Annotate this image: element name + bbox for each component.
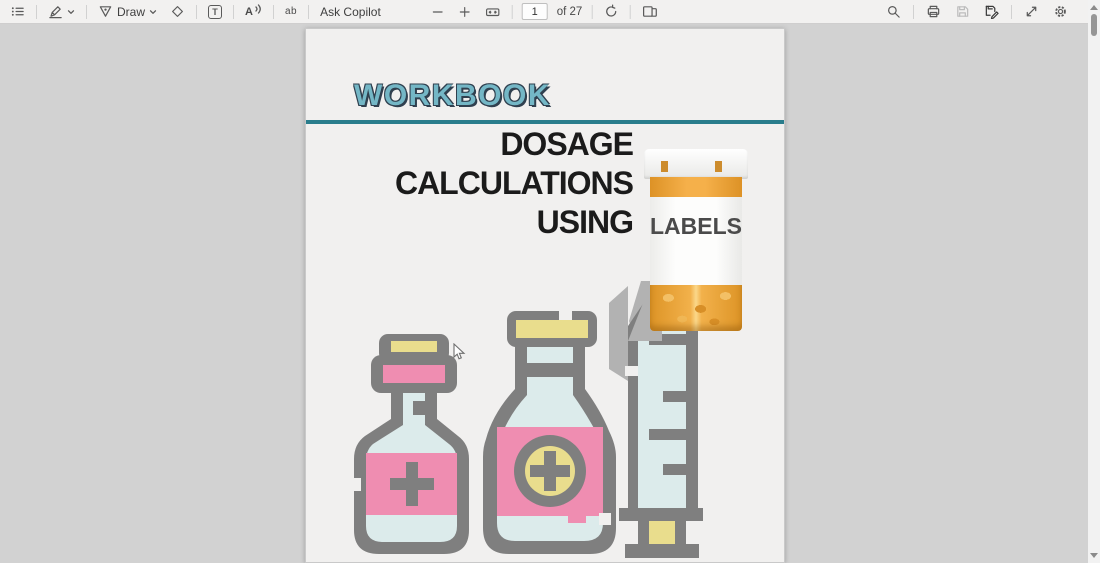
pill-bottle-image: LABELS (628, 147, 748, 341)
ask-copilot-button[interactable]: Ask Copilot (318, 1, 383, 23)
save-as-icon (984, 4, 999, 19)
table-of-contents-button[interactable] (8, 1, 27, 23)
read-aloud-button[interactable]: A (243, 1, 264, 23)
toolbar-separator (1011, 4, 1012, 19)
scroll-up-arrow-icon[interactable] (1090, 5, 1098, 10)
small-medicine-bottle-illustration (351, 334, 469, 554)
large-vial-illustration (483, 310, 616, 554)
headline-line-1: DOSAGE (500, 126, 634, 162)
zoom-in-icon (458, 5, 472, 19)
pill-bottle-label: LABELS (650, 197, 742, 285)
pill-bottle-label-text: LABELS (650, 213, 742, 239)
fullscreen-icon (1024, 4, 1039, 19)
toolbar-separator (913, 4, 914, 19)
zoom-out-button[interactable] (429, 1, 447, 23)
print-button[interactable] (924, 1, 943, 23)
eraser-icon (170, 4, 185, 19)
scroll-down-arrow-icon[interactable] (1090, 553, 1098, 558)
toolbar-right-group (884, 0, 1070, 23)
toolbar-separator (196, 4, 198, 19)
fit-to-width-icon (485, 5, 501, 19)
save-as-button[interactable] (982, 1, 1001, 23)
highlighter-button[interactable] (46, 1, 77, 23)
draw-button[interactable]: Draw (96, 1, 159, 23)
search-icon (886, 4, 901, 19)
draw-label: Draw (117, 4, 146, 19)
page-view-button[interactable] (639, 1, 659, 23)
workbook-title: WORKBOOK (354, 79, 551, 112)
toolbar-separator (86, 4, 87, 19)
toolbar-separator (511, 4, 513, 19)
add-text-button[interactable]: T (206, 1, 224, 23)
settings-gear-icon (1053, 4, 1068, 19)
translate-button[interactable]: ab (283, 1, 299, 23)
fit-to-width-button[interactable] (483, 1, 503, 23)
cap-notch (661, 161, 668, 172)
mouse-cursor (453, 343, 466, 360)
print-icon (926, 4, 941, 19)
toolbar-separator (233, 4, 235, 19)
settings-button[interactable] (1051, 1, 1070, 23)
pdf-page: WORKBOOK DOSAGE CALCULATIONS USING LABEL… (305, 28, 785, 563)
chevron-down-icon (67, 8, 75, 16)
table-of-contents-icon (10, 4, 25, 19)
pill-bottle-band (650, 177, 742, 197)
headline-line-2: CALCULATIONS (394, 165, 634, 201)
headline-line-3: USING (536, 204, 634, 240)
pdf-toolbar: Draw T A ab Ask Copilot 1 of 27 (0, 0, 1088, 24)
toolbar-separator (308, 4, 310, 19)
page-count-label: of 27 (556, 5, 583, 18)
read-aloud-icon: A (245, 5, 253, 18)
pill-bottle-pills (650, 285, 742, 331)
toolbar-separator (36, 4, 37, 19)
document-viewer: WORKBOOK DOSAGE CALCULATIONS USING LABEL… (0, 24, 1088, 563)
draw-pen-icon (98, 4, 113, 19)
scrollbar-thumb[interactable] (1091, 14, 1097, 36)
rotate-button[interactable] (601, 1, 620, 23)
text-box-icon: T (208, 4, 223, 19)
teal-divider-rule (306, 120, 784, 124)
sound-waves-icon (255, 3, 262, 14)
toolbar-separator (272, 4, 274, 19)
eraser-button[interactable] (168, 1, 187, 23)
toolbar-center-group: of 27 (429, 0, 660, 23)
toolbar-separator (591, 4, 593, 19)
translate-icon: ab (284, 6, 298, 17)
save-button[interactable] (953, 1, 972, 23)
page-view-icon (641, 4, 657, 19)
toolbar-separator (629, 4, 631, 19)
chevron-down-icon (149, 8, 157, 16)
zoom-out-icon (431, 5, 445, 19)
zoom-in-button[interactable] (456, 1, 474, 23)
pill-bottle-cap (644, 149, 748, 179)
search-button[interactable] (884, 1, 903, 23)
vertical-scrollbar[interactable] (1088, 0, 1100, 563)
fullscreen-button[interactable] (1022, 1, 1041, 23)
ask-copilot-label: Ask Copilot (320, 4, 381, 19)
rotate-icon (603, 4, 618, 19)
page-number-input[interactable] (521, 3, 548, 20)
document-headline: DOSAGE CALCULATIONS USING (394, 125, 634, 242)
toolbar-left-group: Draw T A ab Ask Copilot (0, 1, 383, 23)
highlighter-icon (48, 4, 63, 19)
cap-notch (715, 161, 722, 172)
save-icon (955, 4, 970, 19)
